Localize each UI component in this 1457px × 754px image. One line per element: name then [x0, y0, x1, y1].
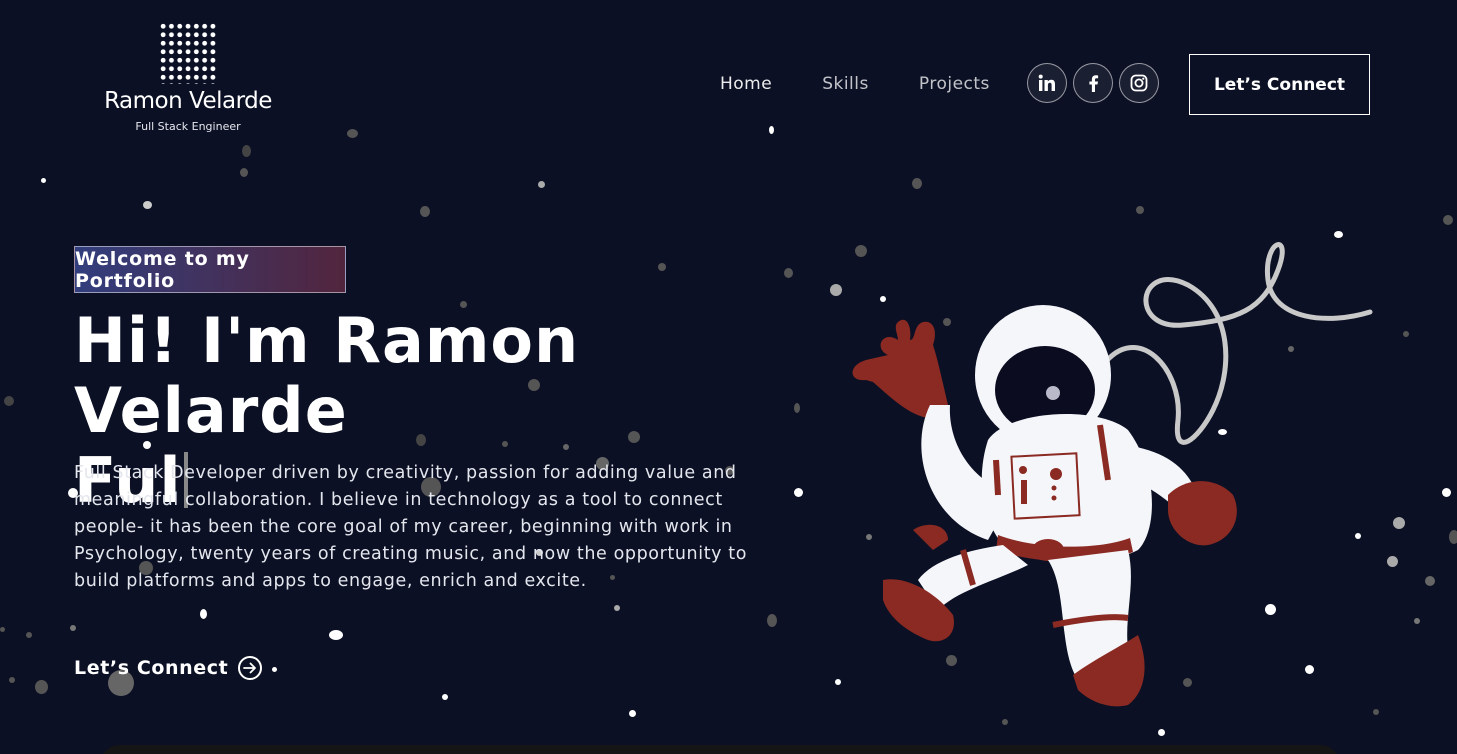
bottom-section-edge	[100, 745, 1340, 754]
linkedin-link[interactable]	[1027, 63, 1067, 103]
instagram-link[interactable]	[1119, 63, 1159, 103]
hero-description: Full Stack Developer driven by creativit…	[74, 463, 748, 591]
tagline-badge: Welcome to my Portfolio	[74, 246, 346, 293]
header-connect-button[interactable]: Let’s Connect	[1189, 54, 1370, 115]
nav-projects[interactable]: Projects	[919, 74, 990, 94]
nav-skills[interactable]: Skills	[822, 74, 869, 94]
logo-dot-grid-icon	[159, 22, 217, 84]
brand-logo[interactable]: Ramon Velarde Full Stack Engineer	[88, 22, 288, 133]
linkedin-icon	[1038, 74, 1055, 91]
arrow-right-circle-icon	[238, 656, 263, 680]
facebook-icon	[1089, 75, 1099, 92]
main-nav: Home Skills Projects	[720, 54, 1040, 114]
facebook-link[interactable]	[1073, 63, 1113, 103]
nav-home[interactable]: Home	[720, 74, 772, 94]
brand-name: Ramon Velarde	[104, 88, 272, 114]
astronaut-illustration	[852, 242, 1373, 707]
social-links	[1027, 63, 1159, 103]
page: Ramon Velarde Full Stack Engineer Home S…	[0, 0, 1457, 754]
brand-subtitle: Full Stack Engineer	[135, 120, 241, 133]
instagram-icon	[1130, 74, 1148, 92]
hero-connect-label: Let’s Connect	[74, 657, 229, 679]
hero-connect-link[interactable]: Let’s Connect	[74, 656, 263, 680]
headline-line1: Hi! I'm Ramon Velarde	[74, 304, 580, 447]
